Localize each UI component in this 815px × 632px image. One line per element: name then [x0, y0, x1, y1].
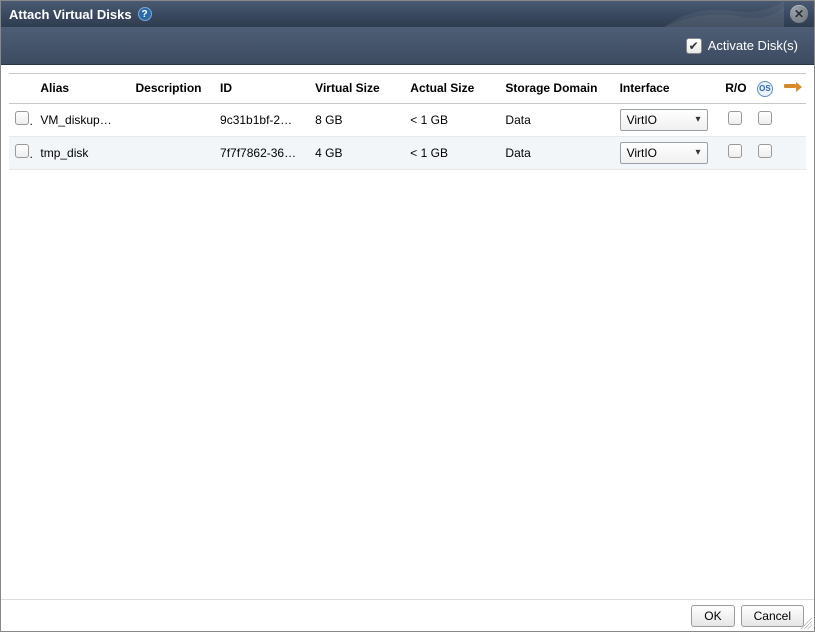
col-os: OS — [751, 74, 778, 104]
activate-disks-label: Activate Disk(s) — [708, 38, 798, 53]
cell-alias: VM_diskup… — [34, 103, 129, 136]
table-row[interactable]: tmp_disk 7f7f7862-36… 4 GB < 1 GB Data V… — [9, 136, 806, 169]
os-checkbox[interactable] — [758, 111, 772, 125]
disks-table: Alias Description ID Virtual Size Actual… — [9, 73, 806, 170]
cell-id: 9c31b1bf-2… — [214, 103, 309, 136]
chevron-down-icon: ▾ — [696, 114, 701, 125]
col-select — [9, 74, 34, 104]
col-alias[interactable]: Alias — [34, 74, 129, 104]
titlebar: Attach Virtual Disks ? ✕ — [1, 1, 814, 27]
attach-virtual-disks-dialog: Attach Virtual Disks ? ✕ ✔ Activate Disk… — [0, 0, 815, 632]
cell-actual-size: < 1 GB — [404, 136, 499, 169]
interface-select[interactable]: VirtIO ▾ — [620, 142, 708, 164]
col-interface[interactable]: Interface — [614, 74, 720, 104]
col-virtual-size[interactable]: Virtual Size — [309, 74, 404, 104]
footer: OK Cancel — [1, 599, 814, 631]
col-bootable — [778, 74, 806, 104]
col-description[interactable]: Description — [129, 74, 214, 104]
row-select-checkbox[interactable] — [15, 111, 29, 125]
readonly-checkbox[interactable] — [728, 144, 742, 158]
boot-arrow-icon — [784, 82, 802, 92]
interface-select[interactable]: VirtIO ▾ — [620, 109, 708, 131]
cell-id: 7f7f7862-36… — [214, 136, 309, 169]
col-readonly[interactable]: R/O — [719, 74, 751, 104]
table-row[interactable]: VM_diskup… 9c31b1bf-2… 8 GB < 1 GB Data … — [9, 103, 806, 136]
table-body: VM_diskup… 9c31b1bf-2… 8 GB < 1 GB Data … — [9, 103, 806, 169]
readonly-checkbox[interactable] — [728, 111, 742, 125]
content-area: Alias Description ID Virtual Size Actual… — [1, 65, 814, 599]
ok-button[interactable]: OK — [691, 605, 734, 627]
row-select-checkbox[interactable] — [15, 144, 29, 158]
cell-description — [129, 136, 214, 169]
col-storage-domain[interactable]: Storage Domain — [499, 74, 613, 104]
col-id[interactable]: ID — [214, 74, 309, 104]
toolbar: ✔ Activate Disk(s) — [1, 27, 814, 65]
interface-value: VirtIO — [627, 113, 657, 127]
activate-disks-toggle[interactable]: ✔ Activate Disk(s) — [686, 38, 798, 54]
os-icon: OS — [757, 81, 773, 97]
chevron-down-icon: ▾ — [696, 147, 701, 158]
cell-virtual-size: 8 GB — [309, 103, 404, 136]
checkbox-checked-icon: ✔ — [686, 38, 702, 54]
os-checkbox[interactable] — [758, 144, 772, 158]
table-header: Alias Description ID Virtual Size Actual… — [9, 74, 806, 104]
interface-value: VirtIO — [627, 146, 657, 160]
cell-storage-domain: Data — [499, 136, 613, 169]
help-icon[interactable]: ? — [138, 7, 152, 21]
cell-virtual-size: 4 GB — [309, 136, 404, 169]
cell-storage-domain: Data — [499, 103, 613, 136]
col-actual-size[interactable]: Actual Size — [404, 74, 499, 104]
cell-alias: tmp_disk — [34, 136, 129, 169]
titlebar-decoration — [664, 1, 784, 27]
resize-grip[interactable] — [800, 617, 812, 629]
cell-description — [129, 103, 214, 136]
close-button[interactable]: ✕ — [790, 5, 808, 23]
close-icon: ✕ — [794, 7, 804, 21]
dialog-title: Attach Virtual Disks — [9, 7, 132, 22]
cancel-button[interactable]: Cancel — [741, 605, 804, 627]
cell-actual-size: < 1 GB — [404, 103, 499, 136]
